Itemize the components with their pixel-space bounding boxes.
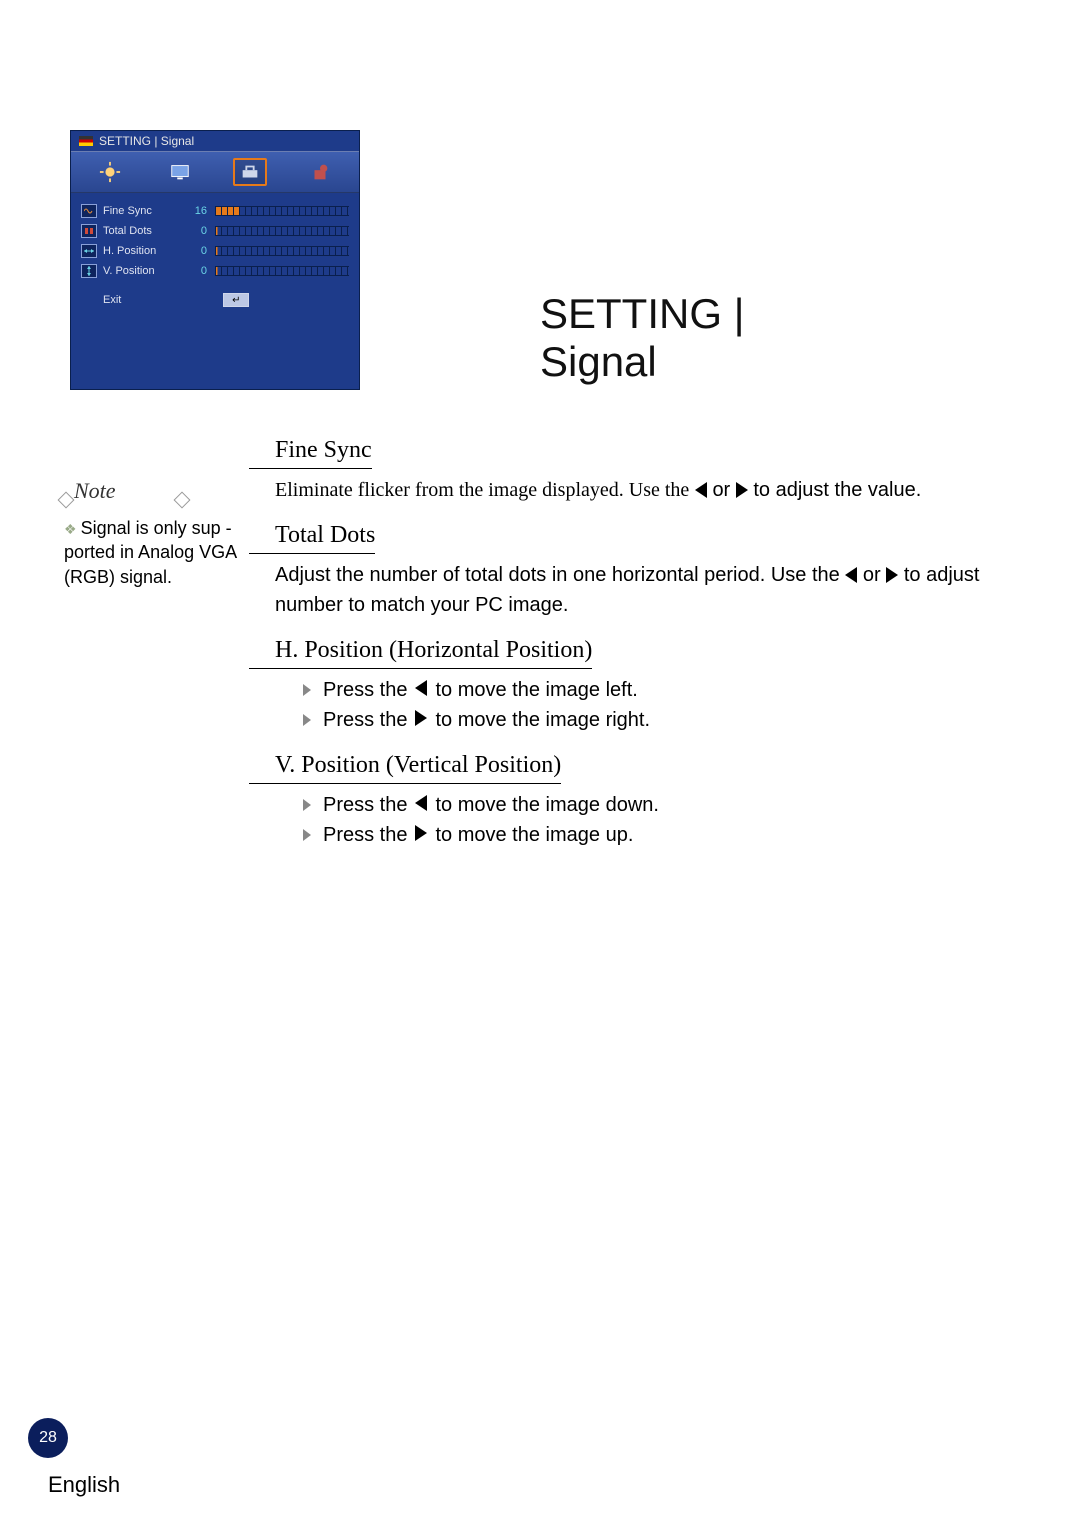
- list-item: Press the to move the image down.: [275, 790, 1005, 820]
- osd-row-total-dots[interactable]: Total Dots 0: [81, 221, 349, 241]
- osd-rows: Fine Sync 16 Total Dots 0 H. Position 0 …: [71, 193, 359, 281]
- item-pre: Press the: [323, 820, 407, 850]
- body-part: or: [863, 564, 881, 586]
- osd-tab-options[interactable]: [303, 158, 337, 186]
- osd-tabs: [71, 151, 359, 193]
- osd-tab-setting[interactable]: [233, 158, 267, 186]
- section-v-position: V. Position (Vertical Position) Press th…: [275, 747, 1005, 850]
- enter-key-icon: ↵: [223, 293, 249, 307]
- row-value: 0: [191, 225, 215, 237]
- osd-tab-image[interactable]: [93, 158, 127, 186]
- title-line1: SETTING |: [540, 290, 745, 338]
- row-value: 16: [191, 205, 215, 217]
- title-line2: Signal: [540, 338, 745, 386]
- note-label: Note: [64, 478, 244, 504]
- diamond-icon: ❖: [64, 521, 77, 537]
- list-item: Press the to move the image right.: [275, 705, 1005, 735]
- item-post: to move the image right.: [435, 705, 650, 735]
- language-label: English: [48, 1472, 120, 1498]
- section-fine-sync: Fine Sync Eliminate flicker from the ima…: [275, 432, 1005, 505]
- page-number: 28: [39, 1429, 57, 1447]
- row-value: 0: [191, 245, 215, 257]
- row-slider[interactable]: [215, 206, 349, 216]
- osd-breadcrumb: SETTING | Signal: [99, 134, 194, 148]
- section-body: Eliminate flicker from the image display…: [275, 475, 1005, 505]
- list-item: Press the to move the image up.: [275, 820, 1005, 850]
- bullet-icon: [303, 714, 311, 726]
- item-pre: Press the: [323, 675, 407, 705]
- arrow-left-icon: [415, 795, 427, 811]
- exit-label: Exit: [103, 294, 121, 306]
- arrow-right-icon: [415, 825, 427, 841]
- section-title: Total Dots: [275, 517, 375, 554]
- section-h-position: H. Position (Horizontal Position) Press …: [275, 632, 1005, 735]
- page-title: SETTING | Signal: [540, 290, 745, 387]
- item-post: to move the image up.: [435, 820, 633, 850]
- note-body: Signal is only sup - ported in Analog VG…: [64, 518, 236, 587]
- note-block: Note ❖Signal is only sup - ported in Ana…: [64, 478, 244, 589]
- section-title: H. Position (Horizontal Position): [275, 632, 592, 669]
- body-part: or: [712, 479, 730, 501]
- item-pre: Press the: [323, 705, 407, 735]
- row-label: Fine Sync: [103, 205, 191, 217]
- section-title: Fine Sync: [275, 432, 372, 469]
- osd-row-fine-sync[interactable]: Fine Sync 16: [81, 201, 349, 221]
- row-slider[interactable]: [215, 246, 349, 256]
- osd-panel: SETTING | Signal Fine Sync 16 Total Dots…: [70, 130, 360, 390]
- arrow-right-icon: [415, 710, 427, 726]
- row-label: H. Position: [103, 245, 191, 257]
- arrow-right-icon: [736, 482, 748, 498]
- item-pre: Press the: [323, 790, 407, 820]
- h-position-icon: [81, 244, 97, 258]
- body-part: to adjust the value.: [753, 479, 921, 501]
- arrow-right-icon: [886, 567, 898, 583]
- bullet-icon: [303, 684, 311, 696]
- body-part: Eliminate flicker from the image display…: [275, 479, 689, 501]
- section-total-dots: Total Dots Adjust the number of total do…: [275, 517, 1005, 620]
- row-slider[interactable]: [215, 266, 349, 276]
- total-dots-icon: [81, 224, 97, 238]
- flag-icon: [79, 136, 93, 146]
- osd-exit-row[interactable]: Exit ↵: [71, 281, 359, 307]
- body-part: Adjust the number of total dots in one h…: [275, 564, 840, 586]
- arrow-left-icon: [415, 680, 427, 696]
- section-title: V. Position (Vertical Position): [275, 747, 561, 784]
- list-item: Press the to move the image left.: [275, 675, 1005, 705]
- row-value: 0: [191, 265, 215, 277]
- bullet-icon: [303, 799, 311, 811]
- row-label: Total Dots: [103, 225, 191, 237]
- row-slider[interactable]: [215, 226, 349, 236]
- item-post: to move the image left.: [435, 675, 637, 705]
- osd-titlebar: SETTING | Signal: [71, 131, 359, 151]
- section-body: Adjust the number of total dots in one h…: [275, 560, 1005, 620]
- content: Fine Sync Eliminate flicker from the ima…: [275, 432, 1005, 862]
- item-post: to move the image down.: [435, 790, 658, 820]
- bullet-icon: [303, 829, 311, 841]
- fine-sync-icon: [81, 204, 97, 218]
- v-position-icon: [81, 264, 97, 278]
- osd-row-v-position[interactable]: V. Position 0: [81, 261, 349, 281]
- osd-tab-display[interactable]: [163, 158, 197, 186]
- arrow-left-icon: [845, 567, 857, 583]
- row-label: V. Position: [103, 265, 191, 277]
- osd-row-h-position[interactable]: H. Position 0: [81, 241, 349, 261]
- note-text: ❖Signal is only sup - ported in Analog V…: [64, 516, 244, 589]
- page-number-badge: 28: [28, 1418, 68, 1458]
- arrow-left-icon: [695, 482, 707, 498]
